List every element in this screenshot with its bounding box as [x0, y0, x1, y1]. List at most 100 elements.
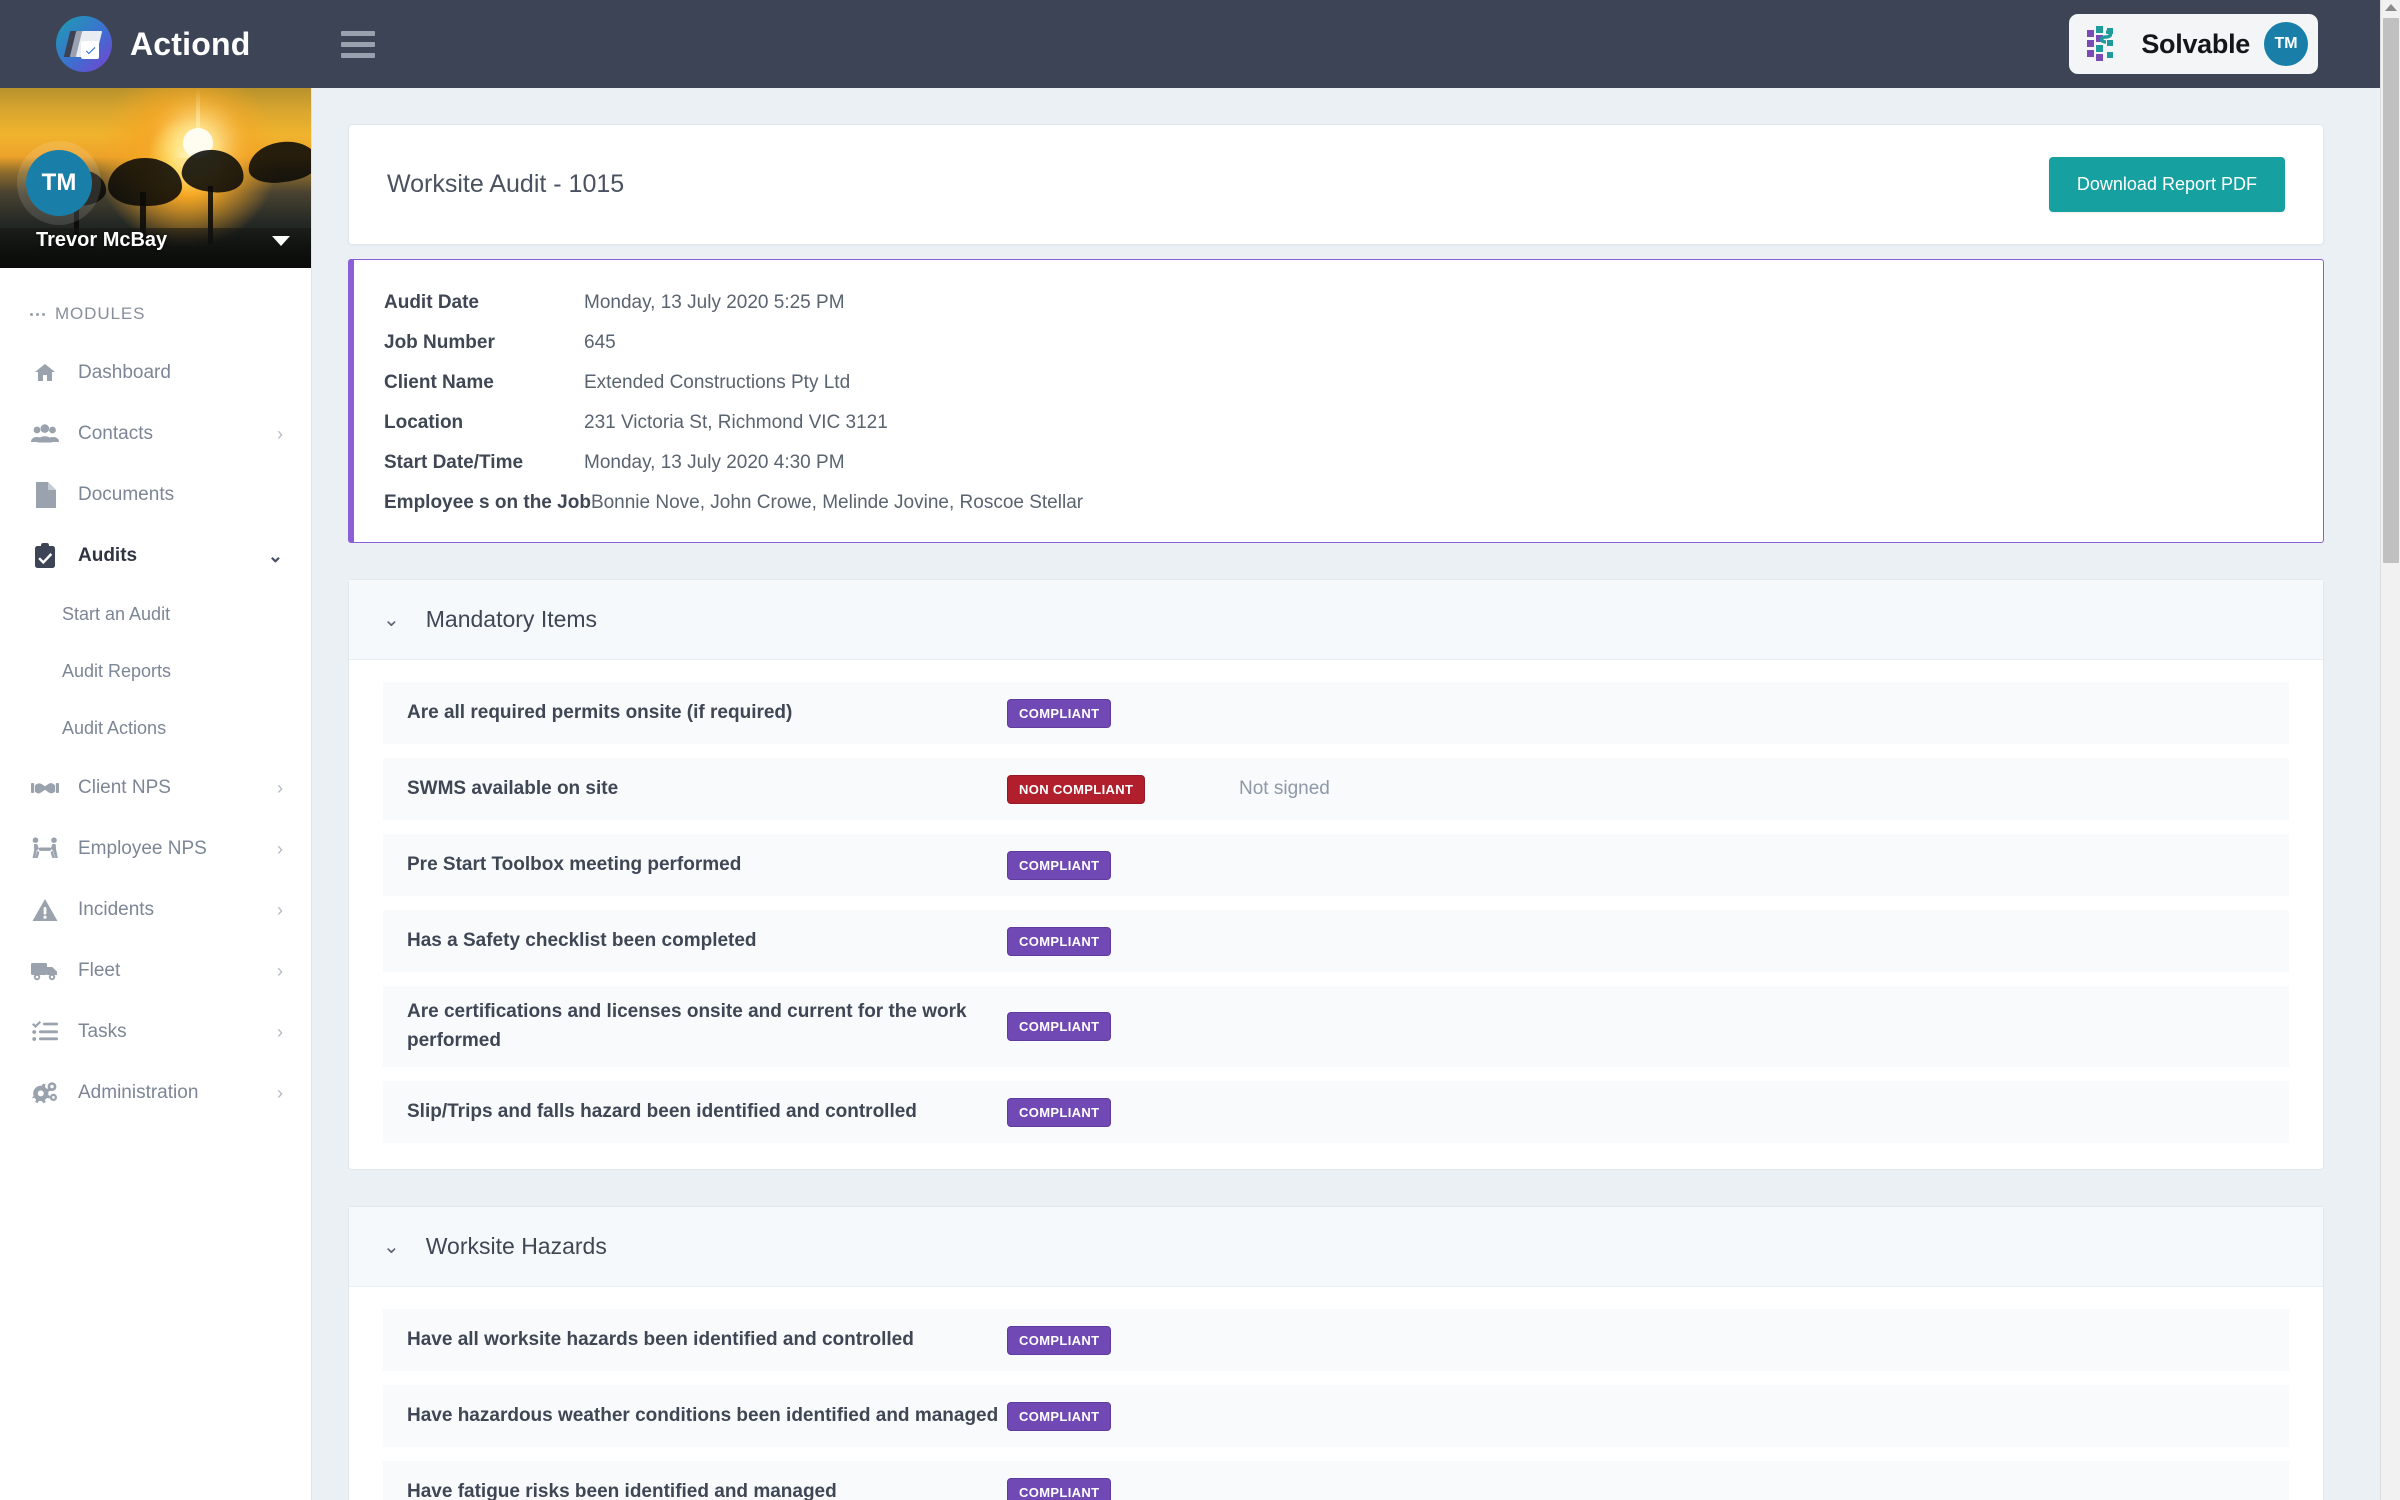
status-badge: COMPLIANT [1007, 1097, 1112, 1127]
detail-row: Job Number 645 [354, 332, 2323, 372]
detail-row: Start Date/Time Monday, 13 July 2020 4:3… [354, 452, 2323, 492]
sidebar-subitem-start-an-audit[interactable]: Start an Audit [0, 586, 311, 643]
status-badge: COMPLIANT [1007, 1012, 1112, 1041]
sidebar-item-incidents[interactable]: Incidents › [0, 879, 311, 940]
scroll-up-arrow-icon[interactable] [2385, 4, 2397, 11]
sidebar-item-label: Fleet [78, 959, 121, 981]
section-title: Mandatory Items [425, 606, 598, 632]
sidebar-item-contacts[interactable]: Contacts › [0, 403, 311, 464]
detail-value: Bonnie Nove, John Crowe, Melinde Jovine,… [590, 492, 1084, 513]
audit-item-row: Pre Start Toolbox meeting performed COMP… [383, 834, 2289, 896]
sidebar-item-audits[interactable]: Audits ⌄ [0, 525, 311, 586]
sidebar-item-label: Contacts [78, 422, 153, 444]
status-badge: COMPLIANT [1007, 850, 1112, 880]
detail-label: Client Name [384, 372, 494, 393]
section-mandatory-items: ⌄ Mandatory Items Are all required permi… [348, 579, 2324, 1170]
actiond-logo-icon [56, 16, 112, 72]
detail-value: Extended Constructions Pty Ltd [584, 372, 851, 393]
audit-item-row: SWMS available on site NON COMPLIANT Not… [383, 758, 2289, 820]
sidebar-item-employee-nps[interactable]: Employee NPS › [0, 818, 311, 879]
sidebar-item-label: Incidents [78, 898, 155, 920]
section-header[interactable]: ⌄ Worksite Hazards [349, 1207, 2323, 1287]
detail-value: 231 Victoria St, Richmond VIC 3121 [584, 412, 888, 433]
solvable-logo-icon [2087, 26, 2127, 62]
clipboard-check-icon [30, 542, 60, 569]
detail-value: Monday, 13 July 2020 4:30 PM [584, 452, 845, 473]
profile-name: Trevor McBay [36, 229, 168, 251]
profile-header[interactable]: TM Trevor McBay [0, 88, 311, 268]
audit-item-question: Has a Safety checklist been completed [407, 929, 757, 951]
page-header-card: Worksite Audit - 1015 Download Report PD… [348, 124, 2324, 245]
audit-item-row: Are certifications and licenses onsite a… [383, 986, 2289, 1067]
sidebar-item-client-nps[interactable]: Client NPS › [0, 757, 311, 818]
sidebar-item-tasks[interactable]: Tasks › [0, 1001, 311, 1062]
audit-item-row: Slip/Trips and falls hazard been identif… [383, 1081, 2289, 1143]
audit-item-row: Have all worksite hazards been identifie… [383, 1309, 2289, 1371]
audit-item-question: Have fatigue risks been identified and m… [407, 1480, 837, 1500]
audit-item-question: Have all worksite hazards been identifie… [407, 1328, 914, 1350]
sidebar-subitem-audit-reports[interactable]: Audit Reports [0, 643, 311, 700]
sidebar-item-documents[interactable]: Documents [0, 464, 311, 525]
detail-row: Location 231 Victoria St, Richmond VIC 3… [354, 412, 2323, 452]
detail-label: Job Number [384, 332, 495, 353]
handshake-icon [30, 775, 60, 801]
hamburger-icon[interactable] [340, 30, 375, 58]
status-badge: NON COMPLIANT [1007, 774, 1146, 804]
section-worksite-hazards: ⌄ Worksite Hazards Have all worksite haz… [348, 1206, 2324, 1500]
detail-row: Client Name Extended Constructions Pty L… [354, 372, 2323, 412]
section-title: Worksite Hazards [425, 1233, 607, 1259]
sidebar-item-dashboard[interactable]: Dashboard [0, 342, 311, 403]
chevron-down-icon[interactable] [272, 236, 290, 246]
ellipsis-icon [30, 312, 45, 316]
sidebar-item-label: Administration [78, 1081, 199, 1103]
sidebar-item-fleet[interactable]: Fleet › [0, 940, 311, 1001]
home-icon [30, 360, 60, 386]
solvable-partner-badge[interactable]: Solvable TM [2069, 14, 2318, 74]
status-badge: COMPLIANT [1007, 1401, 1112, 1431]
detail-value: Monday, 13 July 2020 5:25 PM [584, 292, 845, 313]
gears-icon [30, 1080, 60, 1106]
detail-row: Employee s on the Job Bonnie Nove, John … [354, 492, 2323, 514]
sidebar-item-label: Employee NPS [78, 837, 207, 859]
chevron-right-icon: › [277, 960, 283, 981]
chevron-down-icon: ⌄ [383, 608, 400, 631]
audit-item-question: Pre Start Toolbox meeting performed [407, 853, 742, 875]
chevron-down-icon: ⌄ [383, 1235, 400, 1258]
chevron-right-icon: › [277, 777, 283, 798]
page-scrollbar[interactable] [2380, 0, 2400, 1500]
people-icon [30, 421, 60, 447]
top-header-bar: Actiond Solvable TM [0, 0, 2380, 88]
sidebar: TM Trevor McBay MODULES Dashboard Contac… [0, 88, 312, 1500]
audit-item-note: Not signed [1239, 778, 1330, 799]
detail-label: Location [384, 412, 464, 433]
section-header[interactable]: ⌄ Mandatory Items [349, 580, 2323, 660]
people-carry-icon [30, 836, 60, 862]
detail-value: 645 [584, 332, 616, 353]
chevron-right-icon: › [277, 1082, 283, 1103]
sidebar-item-administration[interactable]: Administration › [0, 1062, 311, 1123]
audit-item-row: Have fatigue risks been identified and m… [383, 1461, 2289, 1500]
sidebar-item-label: Client NPS [78, 776, 171, 798]
detail-label: Audit Date [384, 292, 479, 313]
warning-triangle-icon [30, 897, 60, 923]
audit-item-row: Have hazardous weather conditions been i… [383, 1385, 2289, 1447]
detail-label: Start Date/Time [384, 452, 524, 473]
sidebar-item-label: Audits [78, 544, 138, 566]
scrollbar-thumb[interactable] [2383, 18, 2399, 563]
chevron-right-icon: › [277, 423, 283, 444]
chevron-right-icon: › [277, 899, 283, 920]
chevron-right-icon: › [277, 838, 283, 859]
audit-item-row: Are all required permits onsite (if requ… [383, 682, 2289, 744]
sidebar-item-label: Tasks [78, 1020, 127, 1042]
sidebar-subitem-audit-actions[interactable]: Audit Actions [0, 700, 311, 757]
sidebar-item-label: Documents [78, 483, 175, 505]
audit-item-question: SWMS available on site [407, 777, 619, 799]
avatar[interactable]: TM [26, 150, 92, 216]
solvable-name: Solvable [2141, 28, 2250, 59]
brand-logo-group[interactable]: Actiond [56, 16, 251, 72]
audit-item-question: Are certifications and licenses onsite a… [407, 1001, 967, 1051]
sidebar-item-label: Dashboard [78, 361, 171, 383]
download-report-pdf-button[interactable]: Download Report PDF [2048, 157, 2285, 212]
brand-name: Actiond [130, 25, 251, 62]
audit-item-question: Slip/Trips and falls hazard been identif… [407, 1100, 917, 1122]
